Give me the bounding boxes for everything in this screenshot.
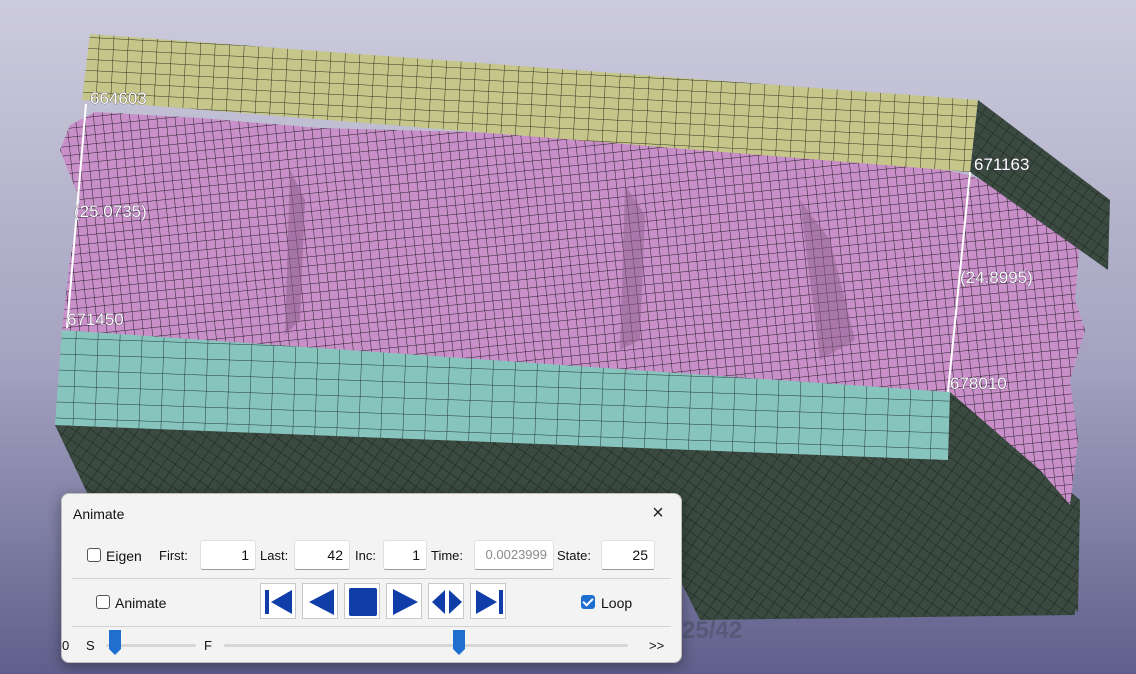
bounce-button[interactable] — [428, 583, 464, 619]
slider-f-label: F — [204, 638, 212, 653]
loop-checkbox[interactable] — [581, 595, 595, 609]
animate-dialog: Animate × Eigen First: 1 Last: 42 Inc: 1… — [61, 493, 682, 663]
slider-expand-label[interactable]: >> — [649, 638, 664, 653]
state-label: State: — [557, 548, 591, 563]
slider-s-label: S — [86, 638, 95, 653]
f-slider-thumb[interactable] — [452, 630, 466, 656]
s-slider-thumb[interactable] — [108, 630, 122, 656]
frame-range-row: Eigen First: 1 Last: 42 Inc: 1 Time: 0.0… — [62, 538, 681, 574]
animate-checkbox[interactable] — [96, 595, 110, 609]
first-frame-button[interactable] — [260, 583, 296, 619]
loop-label: Loop — [601, 595, 633, 611]
first-frame-icon — [265, 590, 292, 614]
first-label: First: — [159, 548, 188, 563]
node-label-664603: 664603 — [90, 89, 147, 108]
inc-label: Inc: — [355, 548, 376, 563]
dialog-title: Animate — [73, 506, 125, 522]
close-icon[interactable]: × — [647, 502, 669, 524]
eigen-checkbox[interactable] — [87, 548, 101, 562]
stop-button[interactable] — [344, 583, 380, 619]
frame-slider-row: 0 S F >> — [62, 626, 681, 660]
node-label-671163: 671163 — [974, 155, 1029, 174]
bounce-icon — [432, 590, 462, 614]
last-frame-icon — [476, 590, 503, 614]
playback-row: Animate Loop — [62, 583, 681, 623]
time-label: Time: — [431, 548, 464, 563]
time-field: 0.0023999 — [474, 540, 554, 570]
play-forward-icon — [393, 589, 418, 615]
node-label-678010: 678010 — [950, 374, 1007, 393]
slider-min-label: 0 — [62, 638, 70, 653]
f-slider-track[interactable] — [224, 644, 628, 647]
dialog-separator-1 — [72, 578, 671, 579]
play-backward-button[interactable] — [302, 583, 338, 619]
state-field[interactable]: 25 — [601, 540, 655, 570]
distance-label-right: (24.8995) — [960, 268, 1033, 287]
distance-label-left: (25.0735) — [74, 202, 147, 221]
node-label-671450: 671450 — [67, 310, 124, 329]
stop-icon — [349, 588, 377, 616]
eigen-label: Eigen — [106, 548, 142, 564]
play-forward-button[interactable] — [386, 583, 422, 619]
first-field[interactable]: 1 — [200, 540, 256, 570]
last-field[interactable]: 42 — [294, 540, 350, 570]
last-frame-button[interactable] — [470, 583, 506, 619]
play-backward-icon — [309, 589, 334, 615]
last-label: Last: — [260, 548, 289, 563]
inc-field[interactable]: 1 — [383, 540, 427, 570]
state-counter: 25/42 — [682, 617, 743, 644]
animate-label: Animate — [115, 595, 167, 611]
